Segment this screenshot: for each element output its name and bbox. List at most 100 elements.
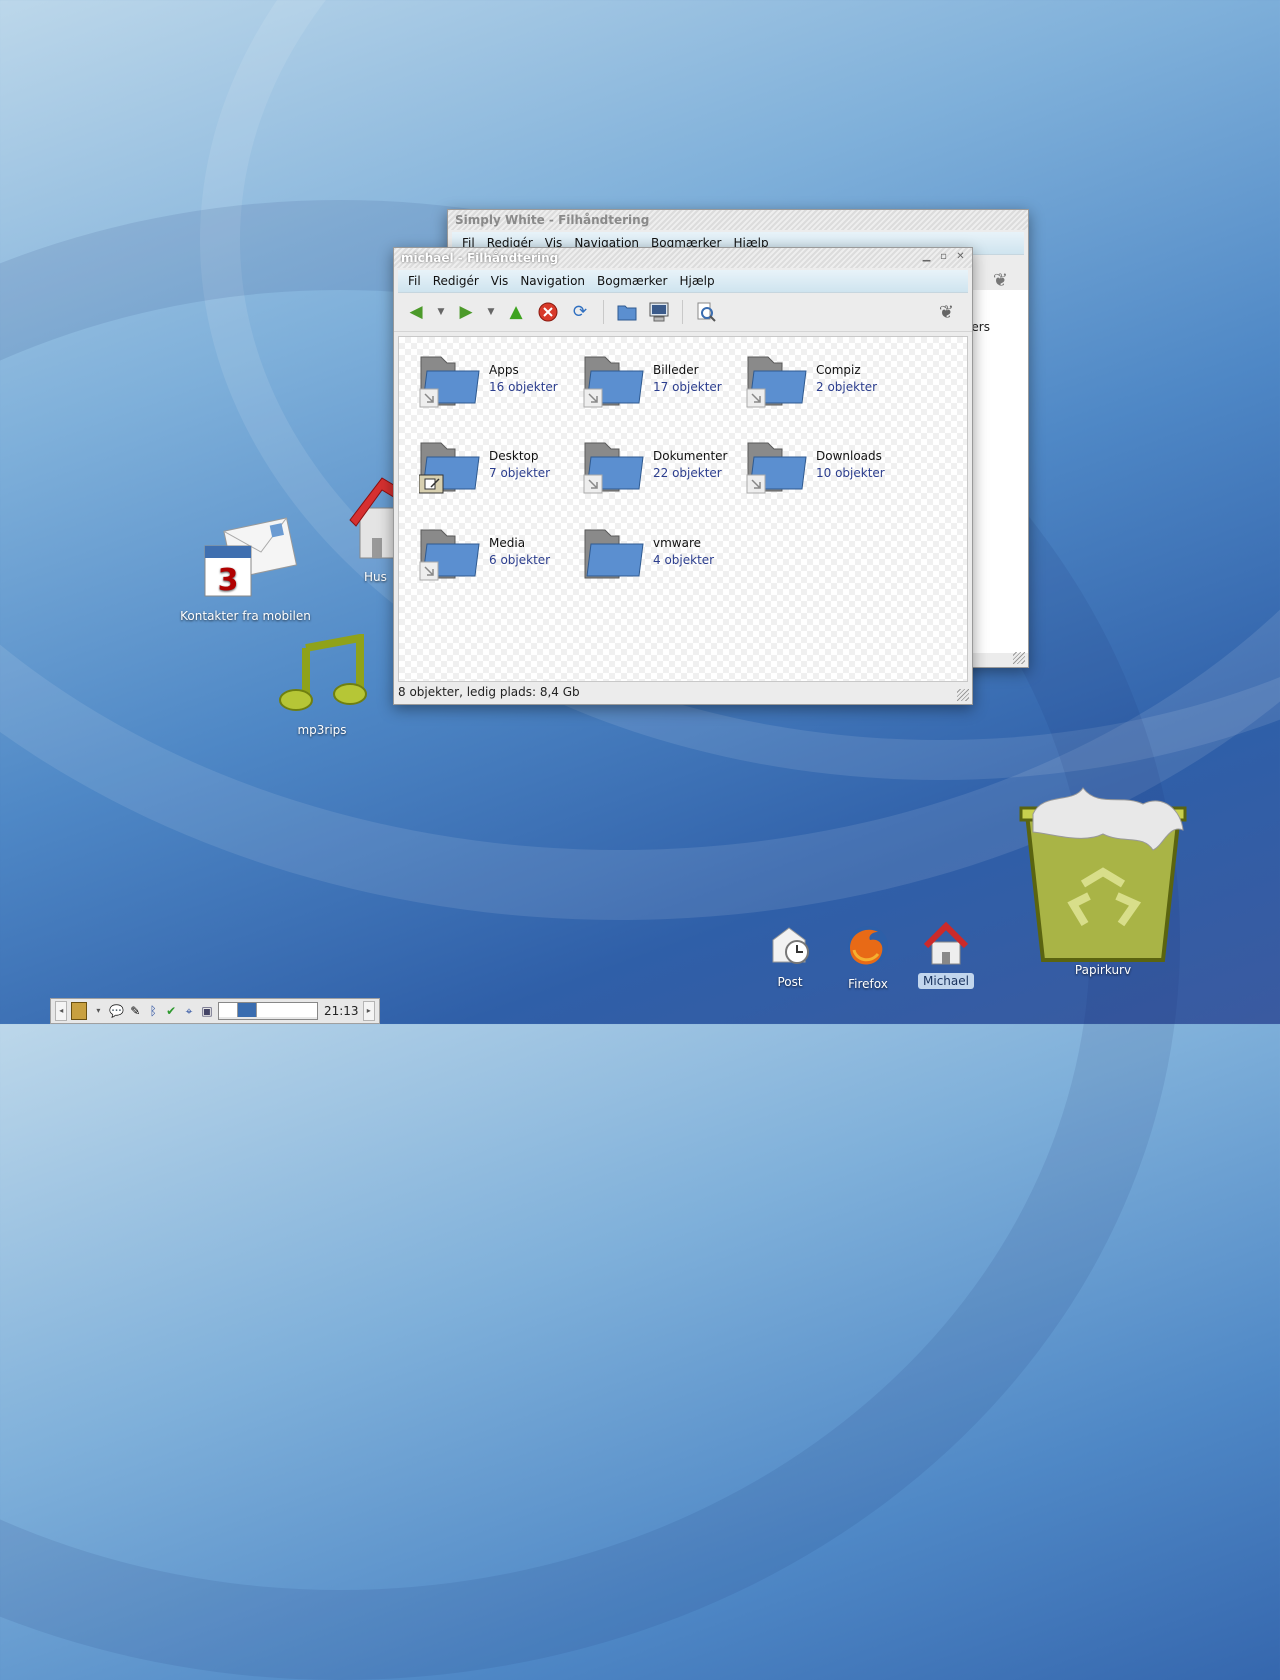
main-menu-icon[interactable] [71, 1002, 88, 1020]
panel-left-arrow-icon[interactable]: ◂ [55, 1001, 68, 1021]
folder-name: Dokumenter [653, 449, 728, 463]
desktop-icon-label: Hus [364, 570, 387, 584]
folder-count: 2 objekter [816, 380, 878, 394]
file-manager-window[interactable]: michael - Filhåndtering ▁ ▫ ✕ Fil Redigé… [393, 247, 973, 705]
bluetooth-icon[interactable]: ᛒ [146, 1003, 160, 1019]
folder-icon [584, 529, 644, 579]
contacts-calendar-icon: 3 [204, 517, 297, 598]
panel-right-arrow-icon[interactable]: ▸ [362, 1001, 376, 1021]
folder-item-media[interactable]: Media 6 objekter [419, 522, 579, 592]
forward-arrow-icon[interactable]: ▶ [452, 298, 480, 326]
chevron-down-icon[interactable]: ▼ [484, 298, 498, 326]
folder-count: 4 objekter [653, 553, 715, 567]
toolbar-separator [603, 300, 604, 324]
svg-text:3: 3 [217, 563, 238, 598]
workspace-pager[interactable] [217, 1002, 318, 1020]
menubar: Fil Redigér Vis Navigation Bogmærker Hjæ… [398, 270, 968, 293]
folder-count: 10 objekter [816, 466, 885, 480]
folder-count: 22 objekter [653, 466, 722, 480]
window-titlebar[interactable]: michael - Filhåndtering ▁ ▫ ✕ [394, 248, 972, 268]
menu-navigation[interactable]: Navigation [514, 274, 591, 288]
folder-count: 17 objekter [653, 380, 722, 394]
folder-item-dokumenter[interactable]: Dokumenter 22 objekter [583, 435, 743, 505]
desktop-icon-mp3rips[interactable]: mp3rips [272, 633, 372, 737]
dock-item-trash[interactable]: Papirkurv [1010, 784, 1196, 977]
dock-label: Papirkurv [1074, 963, 1132, 977]
back-arrow-icon[interactable]: ◀ [402, 298, 430, 326]
folder-name: Downloads [816, 449, 882, 463]
folder-item-vmware[interactable]: vmware 4 objekter [583, 522, 743, 592]
menu-view[interactable]: Vis [485, 274, 515, 288]
folder-count: 16 objekter [489, 380, 558, 394]
close-button[interactable]: ✕ [955, 251, 966, 262]
folder-link-icon [419, 356, 480, 408]
folder-item-apps[interactable]: Apps 16 objekter [419, 349, 579, 419]
partial-label: ers [971, 320, 990, 334]
toolbar: ◀ ▼ ▶ ▼ ▲ ⟳ ❦ [394, 293, 972, 332]
dock-item-post[interactable]: Post [764, 922, 816, 989]
folder-name: Billeder [653, 363, 699, 377]
dock-item-michael[interactable]: Michael [918, 920, 974, 989]
folder-name: Media [489, 536, 526, 550]
dock-label: Post [777, 975, 803, 989]
workspace-2[interactable] [237, 1003, 257, 1017]
computer-network-icon[interactable]: ▣ [200, 1003, 214, 1019]
computer-icon[interactable] [645, 298, 673, 326]
chat-icon[interactable]: 💬 [109, 1003, 124, 1019]
file-view[interactable]: Apps 16 objekter Billeder 17 objekter Co… [398, 336, 968, 682]
folder-count: 7 objekter [489, 466, 551, 480]
search-icon[interactable] [692, 298, 720, 326]
maximize-button[interactable]: ▫ [938, 251, 949, 262]
folder-name: vmware [653, 536, 702, 550]
menu-help[interactable]: Hjælp [673, 274, 720, 288]
reload-icon[interactable]: ⟳ [566, 298, 594, 326]
mail-clock-icon [772, 927, 809, 964]
folder-item-downloads[interactable]: Downloads 10 objekter [746, 435, 906, 505]
gnome-foot-icon: ❦ [938, 302, 954, 323]
folder-count: 6 objekter [489, 553, 551, 567]
dock-label: Firefox [848, 977, 888, 991]
stop-icon[interactable] [534, 298, 562, 326]
minimize-button[interactable]: ▁ [921, 251, 932, 262]
trash-icon [1019, 787, 1187, 962]
folder-name: Desktop [489, 449, 539, 463]
up-arrow-icon[interactable]: ▲ [502, 298, 530, 326]
chevron-down-icon[interactable]: ▼ [434, 298, 448, 326]
menu-bookmarks[interactable]: Bogmærker [591, 274, 673, 288]
folder-link-icon [583, 356, 644, 408]
resize-grip[interactable] [1013, 652, 1025, 664]
menu-file[interactable]: Fil [402, 274, 427, 288]
gnome-foot-icon: ❦ [992, 270, 1008, 291]
home-icon [923, 921, 969, 965]
chevron-down-icon[interactable]: ▾ [91, 1003, 105, 1019]
pen-icon[interactable]: ✎ [128, 1003, 142, 1019]
folder-item-billeder[interactable]: Billeder 17 objekter [583, 349, 743, 419]
dock-item-firefox[interactable]: Firefox [840, 922, 896, 991]
folder-name: Apps [489, 363, 519, 377]
toolbar-separator [682, 300, 683, 324]
dock-label: Michael [918, 973, 974, 989]
folder-name: Compiz [816, 363, 861, 377]
panel-clock[interactable]: 21:13 [324, 1004, 359, 1018]
window-titlebar[interactable]: Simply White - Filhåndtering [448, 210, 1028, 230]
folder-item-desktop[interactable]: Desktop 7 objekter [419, 435, 579, 505]
home-folder-icon[interactable] [613, 298, 641, 326]
firefox-icon [848, 926, 888, 966]
desktop-icon-label: Kontakter fra mobilen [180, 609, 311, 623]
desktop-icon-contacts[interactable]: 3 Kontakter fra mobilen [178, 512, 313, 623]
desktop-icon-label: mp3rips [297, 723, 347, 737]
folder-item-compiz[interactable]: Compiz 2 objekter [746, 349, 906, 419]
taskbar-panel: ◂ ▾ 💬 ✎ ᛒ ✔ ⌖ ▣ 21:13 ▸ [50, 998, 380, 1024]
folder-link-icon [746, 356, 807, 408]
workspace-1[interactable] [218, 1003, 238, 1017]
music-note-icon [279, 633, 367, 711]
folder-link-icon [583, 442, 644, 494]
shield-check-icon[interactable]: ✔ [164, 1003, 178, 1019]
folder-link-icon [746, 442, 807, 494]
resize-grip[interactable] [957, 689, 969, 701]
menu-edit[interactable]: Redigér [427, 274, 485, 288]
workspace-3[interactable] [256, 1003, 317, 1017]
folder-desktop-icon [419, 442, 480, 494]
network-icon[interactable]: ⌖ [182, 1003, 196, 1019]
status-bar: 8 objekter, ledig plads: 8,4 Gb [398, 685, 580, 699]
